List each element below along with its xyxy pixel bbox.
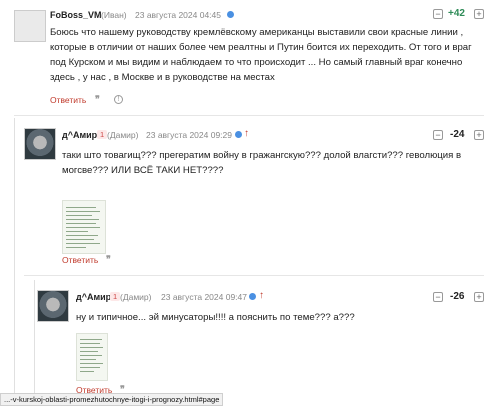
comment-score: -26 [450,291,465,302]
reply-button[interactable]: Ответить [62,255,98,265]
comment-text: таки што товагищ??? прегератим войну в г… [62,150,462,176]
avatar[interactable] [14,10,46,42]
comment-text: ну и типичное... эй минусаторы!!!! а поя… [76,312,355,323]
thread-line [14,118,15,406]
vote-down-button[interactable]: − [433,130,443,140]
vote-up-button[interactable]: + [474,130,484,140]
avatar[interactable] [24,128,56,160]
attached-image-thumbnail[interactable] [62,200,106,254]
comment-username: (Иван) [101,10,127,20]
comment-username: (Дамир) [107,130,139,140]
comment-author[interactable]: д^Амир [76,292,111,302]
reply-button[interactable]: Ответить [50,95,86,105]
rank-badge: 1 [110,292,121,301]
online-status-icon [227,11,234,18]
comment-author[interactable]: д^Амир [62,130,97,140]
vote-down-button[interactable]: − [433,292,443,302]
comment-date[interactable]: 23 августа 2024 04:45 [135,10,221,20]
comment-divider [24,275,484,276]
vote-up-button[interactable]: + [474,292,484,302]
status-bar-url: ...-v-kurskoj-oblasti-promezhutochnye-it… [0,393,224,406]
comment-date[interactable]: 23 августа 2024 09:47 [161,292,247,302]
avatar[interactable] [37,290,69,322]
comment-username: (Дамир) [120,292,152,302]
vote-up-button[interactable]: + [474,9,484,19]
thread-line [34,280,35,406]
comment-score: +42 [448,8,465,19]
vote-down-button[interactable]: − [433,9,443,19]
quote-icon[interactable]: ❞ [95,94,100,105]
complaint-icon[interactable]: ! [114,95,123,104]
quote-icon[interactable]: ❞ [106,254,111,265]
rank-badge: 1 [97,130,108,139]
up-arrow-icon[interactable]: ↑ [244,128,249,139]
comment-score: -24 [450,129,465,140]
comment-date[interactable]: 23 августа 2024 09:29 [146,130,232,140]
up-arrow-icon[interactable]: ↑ [259,290,264,301]
attached-image-thumbnail[interactable] [76,333,108,381]
comment-text: Боюсь что нашему руководству кремлёвском… [50,27,472,83]
online-status-icon [235,131,242,138]
comment-divider [14,115,484,116]
online-status-icon [249,293,256,300]
comment-author[interactable]: FoBoss_VM [50,10,102,20]
